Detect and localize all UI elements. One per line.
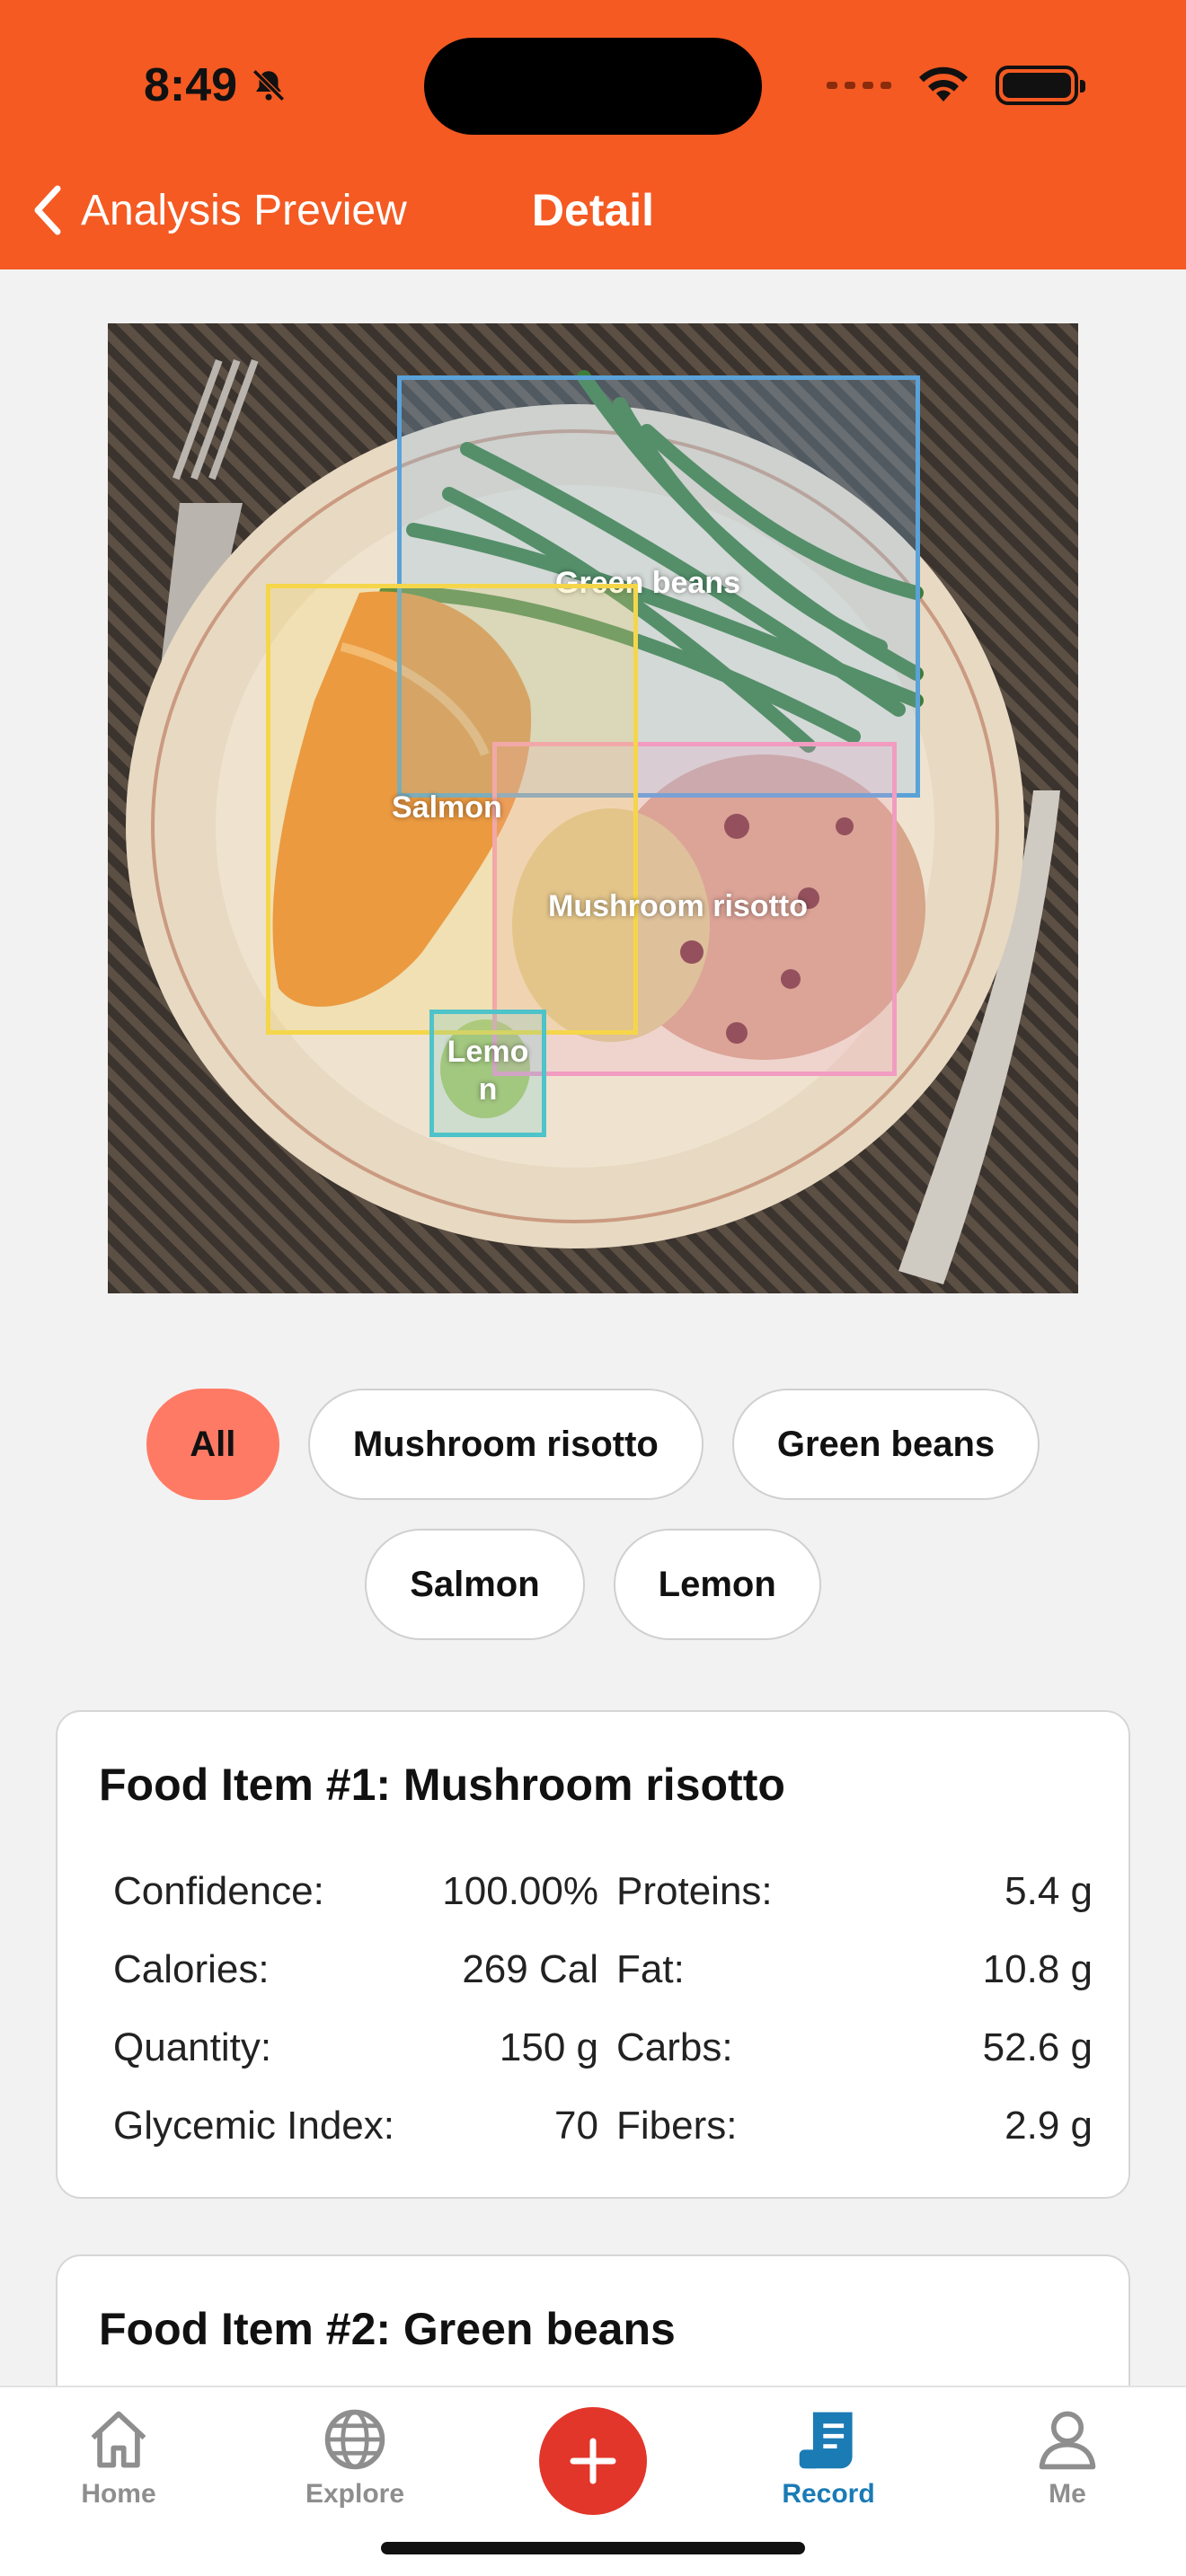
battery-icon	[996, 66, 1085, 105]
tab-explore[interactable]: Explore	[265, 2405, 445, 2531]
food-item-title: Food Item #2: Green beans	[99, 2304, 676, 2354]
back-label: Analysis Preview	[81, 186, 407, 234]
status-bar-time: 8:49	[144, 54, 288, 117]
detection-label-lemon: Lemo n	[447, 1035, 529, 1107]
globe-icon	[324, 2409, 385, 2470]
back-button[interactable]: Analysis Preview	[32, 178, 407, 243]
nutrition-row-carbs: Carbs: 52.6 g	[616, 2025, 1093, 2069]
filter-chip-green-beans[interactable]: Green beans	[731, 1389, 1040, 1500]
tab-me[interactable]: Me	[978, 2405, 1157, 2531]
nutrition-row-glycemic-index: Glycemic Index: 70	[113, 2103, 598, 2148]
tab-home[interactable]: Home	[29, 2405, 208, 2531]
tab-record[interactable]: Record	[739, 2405, 918, 2531]
home-indicator	[381, 2542, 805, 2554]
header: 8:49 Analysis Preview Detail	[0, 0, 1186, 269]
nutrition-grid: Confidence: 100.00% Proteins: 5.4 g Calo…	[113, 1852, 1093, 2165]
person-icon	[1039, 2411, 1096, 2470]
add-record-button[interactable]	[539, 2407, 647, 2515]
home-icon	[91, 2411, 146, 2468]
bell-muted-icon	[252, 69, 285, 101]
filter-chips-row-2: Salmon Lemon	[0, 1529, 1186, 1640]
plus-icon	[570, 2438, 616, 2484]
nutrition-row-quantity: Quantity: 150 g	[113, 2025, 598, 2069]
filter-chip-mushroom-risotto[interactable]: Mushroom risotto	[307, 1389, 704, 1500]
nutrition-row-fibers: Fibers: 2.9 g	[616, 2103, 1093, 2148]
receipt-icon	[799, 2412, 853, 2469]
food-photo: Green beans Salmon Mushroom risotto Lemo…	[108, 323, 1078, 1293]
status-bar-icons	[827, 63, 1085, 108]
signal-icon	[827, 82, 891, 89]
filter-chips-row-1: All Mushroom risotto Green beans	[0, 1389, 1186, 1500]
filter-chip-all[interactable]: All	[146, 1389, 279, 1500]
food-item-card[interactable]: Food Item #1: Mushroom risotto Confidenc…	[56, 1710, 1130, 2199]
filter-chip-lemon[interactable]: Lemon	[613, 1529, 821, 1640]
filter-chip-salmon[interactable]: Salmon	[365, 1529, 585, 1640]
wifi-icon	[919, 66, 968, 101]
detection-label-salmon: Salmon	[392, 790, 502, 825]
detection-label-mushroom-risotto: Mushroom risotto	[548, 889, 808, 923]
dynamic-island	[424, 38, 762, 135]
nutrition-row-calories: Calories: 269 Cal	[113, 1946, 598, 1991]
nutrition-row-proteins: Proteins: 5.4 g	[616, 1868, 1093, 1913]
chevron-left-icon	[34, 185, 61, 235]
nutrition-row-fat: Fat: 10.8 g	[616, 1946, 1093, 1991]
nutrition-row-confidence: Confidence: 100.00%	[113, 1868, 598, 1913]
food-item-title: Food Item #1: Mushroom risotto	[99, 1760, 785, 1810]
